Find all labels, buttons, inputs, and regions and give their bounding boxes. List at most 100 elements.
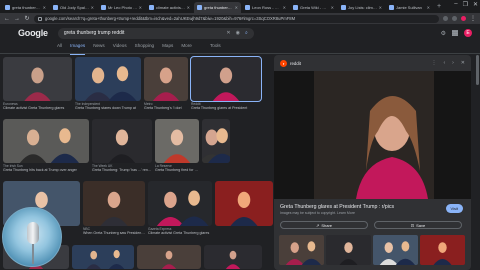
image-result[interactable] [215,181,273,235]
panel-source[interactable]: r reddit [280,60,301,67]
tab-videos[interactable]: Videos [113,43,127,52]
result-caption[interactable]: Greta Thunberg stares down Trump at [75,106,141,110]
result-thumbnail[interactable] [3,119,89,163]
close-window-button[interactable]: ✕ [473,1,478,8]
search-icon[interactable]: ⌕ [245,30,248,36]
related-image[interactable] [373,235,418,265]
minimize-button[interactable]: – [454,1,457,8]
search-query[interactable]: greta thunberg trump reddit [64,30,222,36]
close-tab-icon[interactable]: ✕ [91,5,94,10]
result-thumbnail[interactable] [75,57,141,101]
forward-arrow-icon[interactable]: → [14,16,20,22]
image-result[interactable] [204,245,262,269]
result-caption[interactable]: Greta Thunberg fired for retweeting [155,168,199,172]
image-result[interactable]: NBCWhen Greta Thunberg saw President Tru… [83,181,145,235]
next-icon[interactable]: › [452,60,454,66]
browser-tab[interactable]: Old Jody Spaln - Search✕ [50,2,97,13]
menu-kebab-icon[interactable]: ⋮ [470,15,476,22]
result-caption[interactable]: When Greta Thunberg saw President Trump [83,231,145,235]
image-result[interactable]: Metro Greta Thunberg's 'I don' [144,57,188,110]
result-caption[interactable]: Climate activist Greta Thunberg glares [148,231,212,235]
result-thumbnail[interactable] [148,181,212,226]
more-options-icon[interactable]: ⋮ [431,60,436,66]
image-result[interactable]: Reddit Greta Thunberg glares at President [190,56,262,110]
apps-grid-icon[interactable] [452,30,458,36]
avatar[interactable]: E [464,29,472,37]
tab-more[interactable]: More [181,43,191,52]
result-caption[interactable]: Greta Thunberg: Trump 'has ...' renegoti… [92,168,152,172]
close-tab-icon[interactable]: ✕ [379,5,382,10]
result-thumbnail[interactable] [155,119,199,163]
related-image[interactable] [420,235,465,265]
tab-news[interactable]: News [93,43,105,52]
related-image[interactable] [279,235,324,265]
tab-shopping[interactable]: Shopping [135,43,154,52]
close-icon[interactable]: ✕ [461,60,465,66]
close-tab-icon[interactable]: ✕ [235,5,238,10]
maximize-button[interactable]: ❐ [463,1,468,8]
result-thumbnail[interactable] [92,119,152,163]
result-thumbnail[interactable] [202,119,230,163]
close-tab-icon[interactable]: ✕ [43,5,46,10]
image-result[interactable]: La ReserveGreta Thunberg fired for retwe… [155,119,199,172]
back-arrow-icon[interactable]: ← [4,16,10,22]
result-thumbnail[interactable] [3,57,72,101]
result-thumbnail[interactable] [204,245,262,269]
browser-tab[interactable]: greta thunberg - Google✕ [194,2,241,13]
favicon-icon [245,5,250,10]
browser-tab[interactable]: Leon Ross - Medium✕ [242,2,289,13]
url-field[interactable]: google.com/search?q=greta+thunberg+trump… [34,14,439,23]
result-caption[interactable]: Greta Thunberg's 'I don' [144,106,188,110]
browser-tab[interactable]: greta thunberg - Search✕ [2,2,49,13]
image-result[interactable]: The Independent Greta Thunberg stares dow… [75,57,141,110]
image-result[interactable]: Euronews Climate activist Greta Thunberg … [3,57,72,110]
profile-icon[interactable] [461,16,466,21]
image-result[interactable] [72,245,134,269]
save-button[interactable]: ⊡ Save [374,221,462,229]
extension-icon[interactable] [452,16,457,21]
gear-icon[interactable]: ⚙ [441,30,446,37]
related-image[interactable] [326,235,371,265]
google-logo[interactable]: Google [18,28,48,38]
result-thumbnail[interactable] [215,181,273,226]
panel-title[interactable]: Greta Thunberg glares at President Trump… [280,204,394,210]
browser-tab[interactable]: Joy Lists: climate ✕ [338,2,385,13]
result-caption[interactable]: Greta Thunberg glares at President [191,106,261,110]
reload-icon[interactable]: ↻ [24,15,30,22]
previous-icon[interactable]: ‹ [443,60,445,66]
search-input[interactable]: greta thunberg trump reddit ✕ ◉ ⌕ [57,27,254,39]
browser-tab[interactable]: Greta Wiki - Wikipedia✕ [290,2,337,13]
close-tab-icon[interactable]: ✕ [187,5,190,10]
image-result[interactable] [202,119,230,172]
camera-icon[interactable]: ◉ [236,30,240,36]
visit-button[interactable]: Visit [445,204,463,213]
result-thumbnail[interactable] [144,57,188,101]
image-result[interactable]: The Irish Sun Greta Thunberg hits back at… [3,119,89,172]
extension-icon[interactable] [443,16,448,21]
result-thumbnail[interactable] [137,245,201,269]
result-caption[interactable]: Climate activist Greta Thunberg glares [3,106,72,110]
close-tab-icon[interactable]: ✕ [427,5,430,10]
result-thumbnail[interactable] [190,56,262,102]
close-tab-icon[interactable]: ✕ [331,5,334,10]
image-result[interactable]: Gazeta Express Climate activist Greta Thu… [148,181,212,235]
result-thumbnail[interactable] [72,245,134,269]
browser-tab[interactable]: Jamie Sullivan ✕ [386,2,433,13]
scrollbar[interactable] [476,55,479,85]
tools-button[interactable]: Tools [210,43,221,48]
tab-maps[interactable]: Maps [162,43,173,52]
result-caption[interactable]: Greta Thunberg hits back at Trump over a… [3,168,89,172]
clear-icon[interactable]: ✕ [226,30,230,36]
preview-image[interactable] [274,71,471,199]
new-tab-button[interactable]: + [434,3,444,10]
image-result[interactable]: The Week UK Greta Thunberg: Trump 'has ..… [92,119,152,172]
tab-all[interactable]: All [57,43,62,52]
result-thumbnail[interactable] [83,181,145,226]
tab-images[interactable]: Images [70,43,86,55]
image-result[interactable] [137,245,201,269]
share-button[interactable]: ↗ Share [280,221,368,229]
browser-tab[interactable]: climate activist no reason✕ [146,2,193,13]
browser-tab[interactable]: Mr Leo Photo - Search✕ [98,2,145,13]
close-tab-icon[interactable]: ✕ [139,5,142,10]
close-tab-icon[interactable]: ✕ [283,5,286,10]
